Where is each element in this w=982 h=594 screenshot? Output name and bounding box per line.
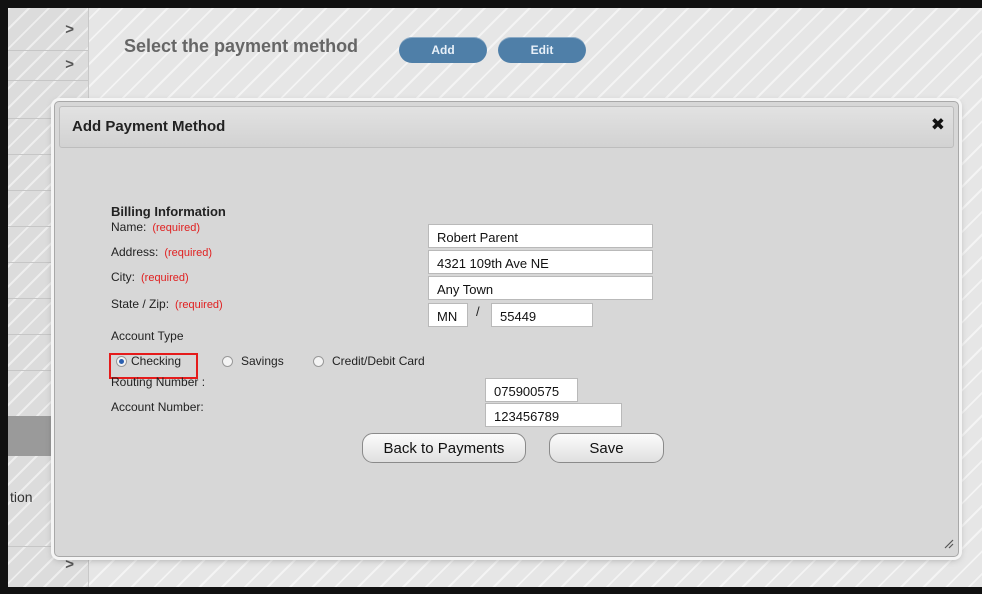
required-note: (required) (141, 272, 189, 284)
radio-savings[interactable]: Savings (222, 354, 284, 368)
routing-number-field[interactable]: 075900575 (485, 378, 578, 402)
routing-number-label: Routing Number : (111, 375, 206, 389)
required-note: (required) (152, 222, 201, 234)
edit-button[interactable]: Edit (498, 37, 586, 63)
billing-heading: Billing Information (111, 204, 226, 219)
chevron-right-icon: > (65, 21, 74, 38)
back-to-payments-button[interactable]: Back to Payments (362, 433, 526, 463)
required-note: (required) (164, 247, 213, 259)
state-zip-label: State / Zip: (required) (111, 297, 223, 311)
sidebar-item-label: tion (10, 489, 33, 505)
sidebar-item[interactable]: > (8, 50, 88, 81)
save-button[interactable]: Save (549, 433, 664, 463)
account-number-label: Account Number: (111, 400, 204, 414)
dialog-titlebar[interactable]: Add Payment Method ✖ (59, 106, 954, 148)
city-label: City: (required) (111, 270, 189, 284)
required-note: (required) (175, 299, 223, 311)
address-label: Address: (required) (111, 245, 213, 259)
zip-field[interactable]: 55449 (491, 303, 593, 327)
close-icon[interactable]: ✖ (931, 115, 945, 135)
address-field[interactable]: 4321 109th Ave NE (428, 250, 653, 274)
state-field[interactable]: MN (428, 303, 468, 327)
resize-handle-icon[interactable] (944, 539, 954, 552)
account-number-field[interactable]: 123456789 (485, 403, 622, 427)
radio-unselected-icon[interactable] (313, 355, 324, 367)
name-label: Name: (required) (111, 220, 201, 234)
dialog-title: Add Payment Method (72, 118, 226, 135)
chevron-right-icon: > (65, 556, 74, 573)
app-frame: > > tion > Select the payment method Add… (0, 0, 982, 594)
city-field[interactable]: Any Town (428, 276, 653, 300)
account-type-label: Account Type (111, 329, 184, 343)
add-payment-dialog: Add Payment Method ✖ Billing Information… (54, 101, 959, 557)
zip-separator: / (476, 304, 480, 319)
sidebar-item[interactable]: > (8, 8, 88, 51)
radio-unselected-icon[interactable] (222, 355, 233, 367)
radio-credit-debit[interactable]: Credit/Debit Card (313, 354, 425, 368)
page-title: Select the payment method (124, 36, 359, 56)
chevron-right-icon: > (65, 56, 74, 73)
name-field[interactable]: Robert Parent (428, 224, 653, 248)
add-button[interactable]: Add (399, 37, 487, 63)
